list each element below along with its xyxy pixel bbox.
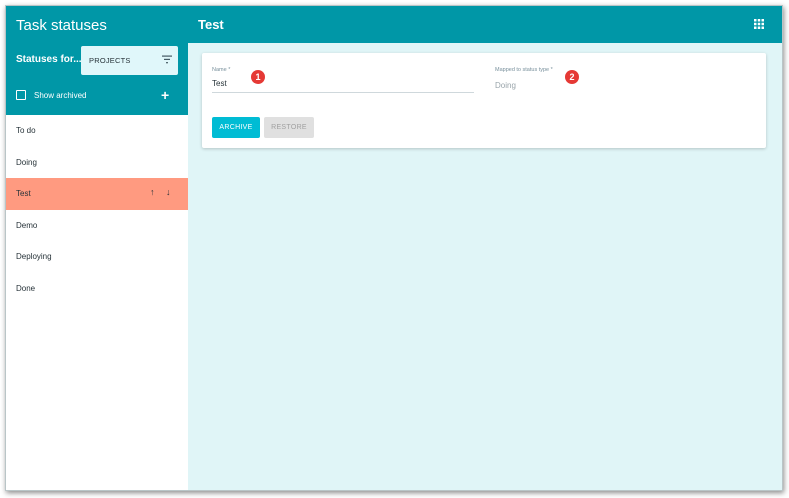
app-window: Task statuses Statuses for... PROJECTS S…	[5, 5, 783, 491]
name-field-label: Name *	[212, 67, 231, 73]
callout-badge-1: 1	[251, 70, 265, 84]
show-archived-toggle[interactable]: Show archived	[16, 89, 176, 103]
plus-icon[interactable]: +	[161, 88, 169, 102]
status-item-label: Done	[16, 283, 36, 293]
arrow-up-icon[interactable]: ↑	[150, 187, 155, 197]
sidebar-header: Task statuses Statuses for... PROJECTS S…	[6, 6, 188, 115]
projects-select[interactable]: PROJECTS	[81, 46, 178, 75]
status-item-label: To do	[16, 126, 36, 135]
restore-button[interactable]: RESTORE	[264, 117, 314, 138]
filter-icon[interactable]	[162, 55, 172, 64]
status-item-label: Test	[16, 189, 31, 198]
status-item-to-do[interactable]: To do	[6, 115, 188, 147]
status-list: To do Doing Test ↑ ↓ Demo Deploying Done	[6, 115, 188, 304]
page-title: Test	[198, 17, 224, 32]
mapped-status-type-label: Mapped to status type *	[495, 67, 553, 73]
arrow-down-icon[interactable]: ↓	[166, 187, 171, 197]
mapped-status-type-field[interactable]: Doing	[495, 81, 516, 90]
status-item-label: Deploying	[16, 252, 52, 261]
sidebar: Task statuses Statuses for... PROJECTS S…	[6, 6, 189, 490]
name-field-underline	[212, 92, 474, 93]
archive-button[interactable]: ARCHIVE	[212, 117, 260, 138]
grid-icon[interactable]	[754, 19, 764, 29]
status-item-label: Doing	[16, 157, 37, 167]
status-form-card: Name * Test 1 Mapped to status type * Do…	[202, 53, 766, 148]
status-item-deploying[interactable]: Deploying	[6, 241, 188, 273]
status-item-doing[interactable]: Doing	[6, 147, 188, 179]
show-archived-label: Show archived	[34, 91, 87, 100]
sidebar-title: Task statuses	[16, 17, 107, 34]
status-item-done[interactable]: Done	[6, 273, 188, 305]
status-item-test[interactable]: Test ↑ ↓	[6, 178, 188, 210]
callout-badge-2: 2	[565, 70, 579, 84]
status-item-label: Demo	[16, 220, 38, 230]
statuses-for-label: Statuses for...	[16, 54, 82, 65]
main-panel: Test Name * Test 1 Mapped to status type…	[188, 6, 782, 490]
show-archived-checkbox[interactable]	[16, 90, 26, 100]
name-field[interactable]: Test	[212, 79, 227, 88]
projects-select-value: PROJECTS	[89, 56, 131, 65]
main-header: Test	[188, 6, 782, 43]
status-item-demo[interactable]: Demo	[6, 210, 188, 242]
